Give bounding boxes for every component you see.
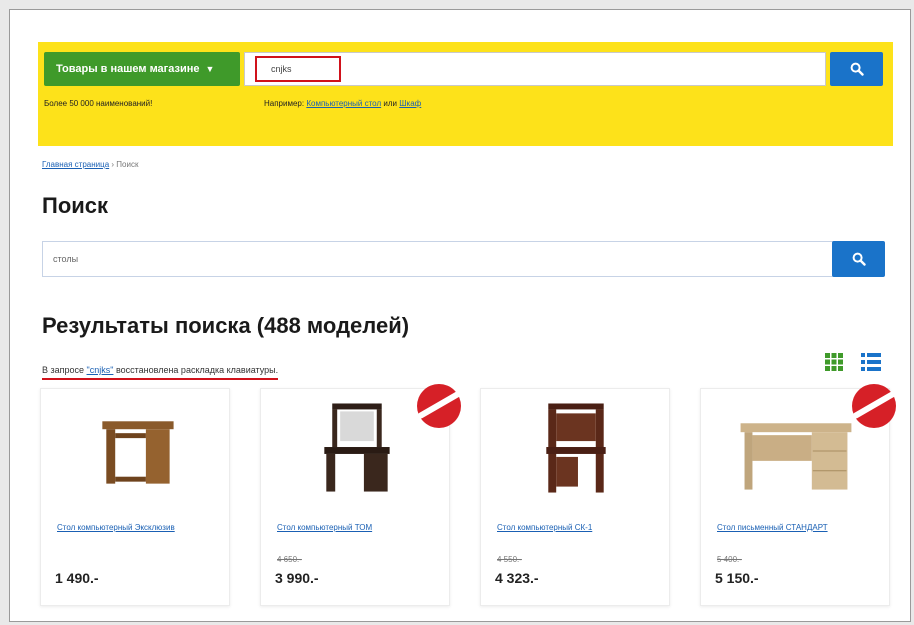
product-old-price: 4 650.- [277, 555, 302, 564]
header-bar: Товары в нашем магазине ▼ cnjks Более 50… [38, 42, 893, 146]
product-card[interactable]: Стол компьютерный Эксклюзив 1 490.- [40, 388, 230, 606]
page-title: Поиск [42, 193, 109, 218]
search-icon [852, 252, 866, 266]
catalog-button-label: Товары в нашем магазине [56, 63, 200, 75]
examples-prefix: Например: [264, 99, 305, 108]
search-input[interactable]: столы [42, 241, 835, 277]
note-prefix: В запросе [42, 365, 87, 375]
note-suffix: восстановлена раскладка клавиатуры. [113, 365, 279, 375]
catalog-button[interactable]: Товары в нашем магазине ▼ [44, 52, 240, 86]
product-image[interactable] [481, 399, 669, 499]
product-name-link[interactable]: Стол письменный СТАНДАРТ [717, 522, 877, 533]
product-price: 5 150.- [715, 570, 759, 586]
header-search-input[interactable]: cnjks [244, 52, 826, 86]
example-link-desk[interactable]: Компьютерный стол [306, 99, 381, 108]
search-icon [850, 62, 864, 76]
product-old-price: 4 550.- [497, 555, 522, 564]
breadcrumb: Главная страница › Поиск [42, 160, 138, 169]
header-search-button[interactable] [830, 52, 883, 86]
example-link-wardrobe[interactable]: Шкаф [399, 99, 421, 108]
sale-badge-icon [417, 384, 461, 428]
layout-restored-note: В запросе "cnjks" восстановлена раскладк… [42, 365, 279, 380]
search-examples: Например: Компьютерный стол или Шкаф [264, 99, 421, 108]
product-name-link[interactable]: Стол компьютерный ТОМ [277, 522, 437, 533]
search-button[interactable] [832, 241, 885, 277]
breadcrumb-current: Поиск [116, 160, 139, 169]
grid-view-icon[interactable] [824, 352, 844, 372]
product-name-link[interactable]: Стол компьютерный Эксклюзив [57, 522, 217, 533]
examples-join: или [383, 99, 397, 108]
list-view-icon[interactable] [860, 352, 882, 372]
product-price: 4 323.- [495, 570, 539, 586]
product-old-price: 5 400.- [717, 555, 742, 564]
product-name-link[interactable]: Стол компьютерный СК-1 [497, 522, 657, 533]
product-card[interactable]: Стол компьютерный СК-1 4 550.- 4 323.- [480, 388, 670, 606]
product-image[interactable] [41, 399, 229, 499]
results-title: Результаты поиска (488 моделей) [42, 313, 410, 338]
header-search-query: cnjks [255, 56, 341, 82]
breadcrumb-separator: › [111, 160, 115, 169]
page-frame: Товары в нашем магазине ▼ cnjks Более 50… [9, 9, 911, 622]
product-price: 1 490.- [55, 570, 99, 586]
product-price: 3 990.- [275, 570, 319, 586]
sale-badge-icon [852, 384, 896, 428]
breadcrumb-home-link[interactable]: Главная страница [42, 160, 109, 169]
product-card[interactable]: Стол компьютерный ТОМ 4 650.- 3 990.- [260, 388, 450, 606]
chevron-down-icon: ▼ [205, 64, 215, 74]
note-query-link[interactable]: "cnjks" [87, 365, 114, 375]
assortment-note: Более 50 000 наименований! [44, 99, 153, 108]
search-input-value: столы [53, 254, 79, 264]
